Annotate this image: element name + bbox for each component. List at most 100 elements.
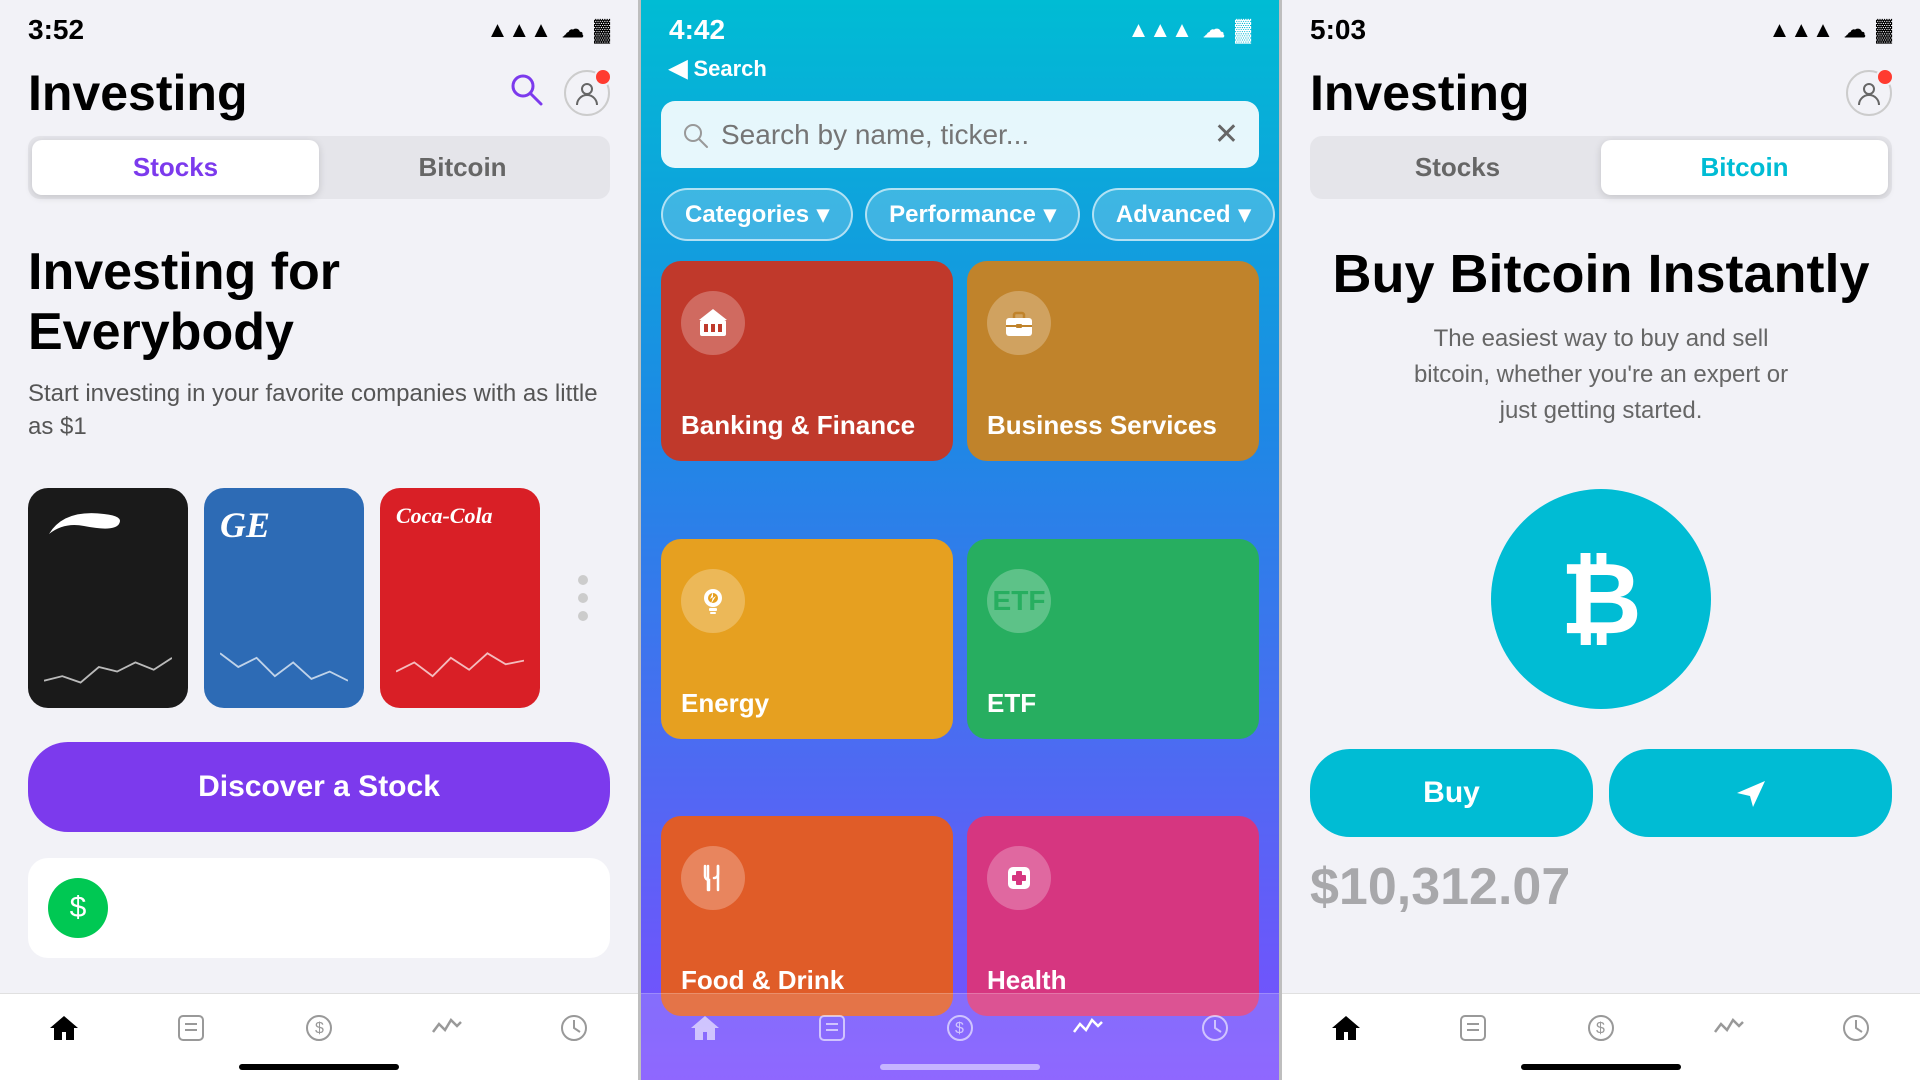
avatar-icon-3[interactable] <box>1846 70 1892 116</box>
filter-performance-label: Performance <box>889 201 1036 229</box>
nav-portfolio-3[interactable]: $ <box>1585 1012 1617 1044</box>
status-icons-2: ▲▲▲ ☁ ▓ <box>1128 17 1251 43</box>
category-etf[interactable]: ETF ETF <box>967 539 1259 739</box>
svg-text:$: $ <box>315 1020 324 1037</box>
coke-logo: Coca-Cola <box>396 504 524 528</box>
stock-card-coke[interactable]: Coca-Cola <box>380 488 540 708</box>
signal-icon-2: ▲▲▲ <box>1128 17 1193 43</box>
more-dots[interactable] <box>556 488 610 708</box>
buy-button[interactable]: Buy <box>1310 749 1593 837</box>
status-time-2: 4:42 <box>669 14 725 46</box>
energy-icon-circle <box>681 569 745 633</box>
chevron-down-icon-categories: ▾ <box>817 200 829 229</box>
filter-categories-label: Categories <box>685 201 809 229</box>
status-bar-3: 5:03 ▲▲▲ ☁ ▓ <box>1282 0 1920 54</box>
page-title-1: Investing <box>28 64 247 122</box>
nav-watchlist-3[interactable] <box>1457 1012 1489 1044</box>
status-bar-1: 3:52 ▲▲▲ ☁ ▓ <box>0 0 638 54</box>
ge-chart <box>220 642 348 692</box>
category-energy-label: Energy <box>681 688 769 719</box>
send-button[interactable] <box>1609 749 1892 837</box>
back-button-2[interactable]: ◀ Search <box>669 54 767 83</box>
nav-activity-1[interactable] <box>431 1012 463 1044</box>
status-time-3: 5:03 <box>1310 14 1366 46</box>
bottom-card-symbol: $ <box>70 891 87 925</box>
header-3: Investing <box>1282 54 1920 136</box>
tab-bitcoin-3[interactable]: Bitcoin <box>1601 140 1888 195</box>
chevron-down-icon-performance: ▾ <box>1044 200 1056 229</box>
home-indicator-3 <box>1521 1064 1681 1070</box>
nav-portfolio-1[interactable]: $ <box>303 1012 335 1044</box>
status-bar-2: 4:42 ▲▲▲ ☁ ▓ <box>641 0 1279 54</box>
category-health[interactable]: Health <box>967 816 1259 1016</box>
category-etf-label: ETF <box>987 688 1036 719</box>
home-indicator-1 <box>239 1064 399 1070</box>
bitcoin-circle: ₿ <box>1491 489 1711 709</box>
hero-section-1: Investing for Everybody Start investing … <box>0 223 638 464</box>
search-bar: ✕ <box>661 101 1259 168</box>
signal-icon-3: ▲▲▲ <box>1769 17 1834 43</box>
category-grid: Banking & Finance Business Services <box>641 261 1279 1080</box>
category-health-label: Health <box>987 965 1066 996</box>
tab-stocks-1[interactable]: Stocks <box>32 140 319 195</box>
tab-bar-3: Stocks Bitcoin <box>1310 136 1892 199</box>
wifi-icon-3: ☁ <box>1844 17 1866 43</box>
category-energy[interactable]: Energy <box>661 539 953 739</box>
nav-history-2[interactable] <box>1199 1012 1231 1044</box>
category-banking[interactable]: Banking & Finance <box>661 261 953 461</box>
medical-icon <box>1002 861 1036 895</box>
stock-card-nike[interactable] <box>28 488 188 708</box>
battery-icon-2: ▓ <box>1235 17 1251 43</box>
tab-stocks-3[interactable]: Stocks <box>1314 140 1601 195</box>
briefcase-icon <box>1002 306 1036 340</box>
search-icon-1[interactable] <box>508 71 544 116</box>
signal-icon-1: ▲▲▲ <box>487 17 552 43</box>
etf-text: ETF <box>993 585 1046 617</box>
nav-watchlist-2[interactable] <box>816 1012 848 1044</box>
nav-portfolio-2[interactable]: $ <box>944 1012 976 1044</box>
back-label-2: Search <box>693 56 766 82</box>
tab-bitcoin-1[interactable]: Bitcoin <box>319 140 606 195</box>
close-button[interactable]: ✕ <box>1214 117 1239 152</box>
business-icon-circle <box>987 291 1051 355</box>
tab-bar-1: Stocks Bitcoin <box>28 136 610 199</box>
wifi-icon-2: ☁ <box>1203 17 1225 43</box>
nav-activity-2[interactable] <box>1072 1012 1104 1044</box>
stock-card-ge[interactable]: GE <box>204 488 364 708</box>
filter-advanced[interactable]: Advanced ▾ <box>1092 188 1275 241</box>
bitcoin-hero: Buy Bitcoin Instantly The easiest way to… <box>1282 223 1920 449</box>
search-input[interactable] <box>721 119 1202 151</box>
status-icons-1: ▲▲▲ ☁ ▓ <box>487 17 610 43</box>
nav-home-3[interactable] <box>1330 1012 1362 1044</box>
battery-icon-3: ▓ <box>1876 17 1892 43</box>
status-time-1: 3:52 <box>28 14 84 46</box>
bitcoin-title: Buy Bitcoin Instantly <box>1310 243 1892 305</box>
nav-home-1[interactable] <box>48 1012 80 1044</box>
header-1: Investing <box>0 54 638 136</box>
filter-pills-container: Categories ▾ Performance ▾ Advanced ▾ <box>641 188 1279 261</box>
filter-performance[interactable]: Performance ▾ <box>865 188 1080 241</box>
filter-advanced-label: Advanced <box>1116 201 1231 229</box>
category-banking-label: Banking & Finance <box>681 410 915 441</box>
avatar-icon-1[interactable] <box>564 70 610 116</box>
food-icon-circle <box>681 846 745 910</box>
coke-chart <box>396 642 524 692</box>
header-icons-1 <box>508 70 610 116</box>
nav-watchlist-1[interactable] <box>175 1012 207 1044</box>
screen-search: 4:42 ▲▲▲ ☁ ▓ ◀ Search ✕ Categories ▾ Per… <box>641 0 1279 1080</box>
filter-categories[interactable]: Categories ▾ <box>661 188 853 241</box>
nav-history-3[interactable] <box>1840 1012 1872 1044</box>
screen-bitcoin: 5:03 ▲▲▲ ☁ ▓ Investing Stocks Bitcoin Bu… <box>1282 0 1920 1080</box>
nav-history-1[interactable] <box>558 1012 590 1044</box>
nav-home-2[interactable] <box>689 1012 721 1044</box>
nike-chart <box>44 642 172 692</box>
category-food[interactable]: Food & Drink <box>661 816 953 1016</box>
discover-button[interactable]: Discover a Stock <box>28 742 610 832</box>
category-business-label: Business Services <box>987 410 1217 441</box>
category-business[interactable]: Business Services <box>967 261 1259 461</box>
banking-icon-circle <box>681 291 745 355</box>
nav-activity-3[interactable] <box>1713 1012 1745 1044</box>
ge-logo: GE <box>220 504 348 546</box>
bottom-card-icon: $ <box>48 878 108 938</box>
screen-investing: 3:52 ▲▲▲ ☁ ▓ Investing Sto <box>0 0 638 1080</box>
